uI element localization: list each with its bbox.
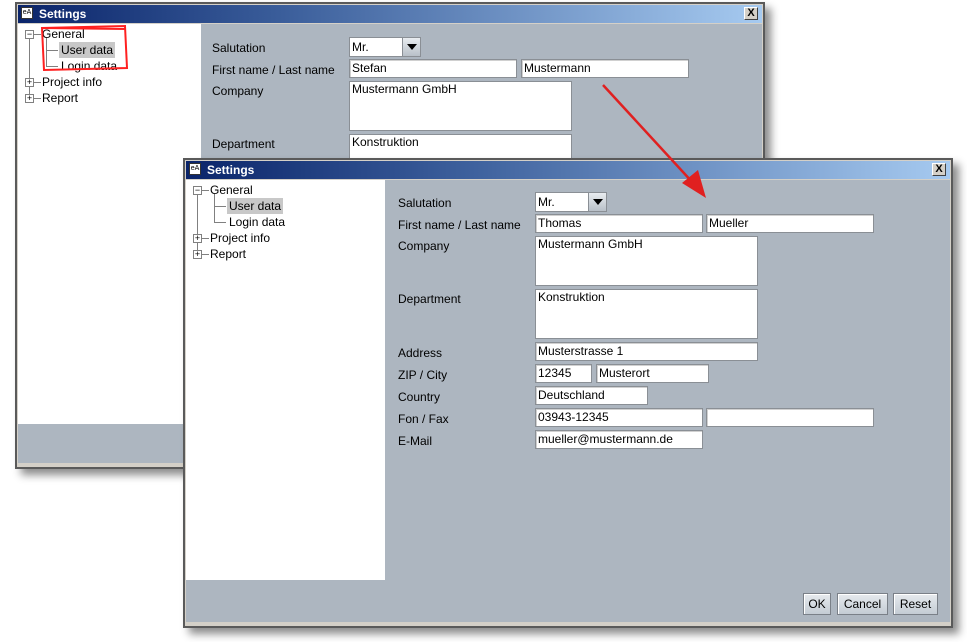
- settings-window-front: eA Settings X − General User data Login …: [183, 158, 953, 628]
- expand-icon[interactable]: +: [25, 94, 34, 103]
- company-field[interactable]: Mustermann GmbH: [535, 236, 758, 286]
- salutation-select[interactable]: Mr.: [349, 37, 421, 57]
- first-name-field[interactable]: Thomas: [535, 214, 703, 233]
- department-label: Department: [212, 137, 275, 151]
- chevron-down-icon[interactable]: [402, 38, 420, 56]
- fon-field[interactable]: 03943-12345: [535, 408, 703, 427]
- country-field[interactable]: Deutschland: [535, 386, 648, 405]
- salutation-label: Salutation: [212, 41, 266, 55]
- ok-button[interactable]: OK: [803, 593, 831, 615]
- close-button[interactable]: X: [932, 163, 946, 176]
- fax-field[interactable]: [706, 408, 874, 427]
- collapse-icon[interactable]: −: [193, 186, 202, 195]
- tree-label: Project info: [42, 75, 103, 89]
- first-name-field[interactable]: Stefan: [349, 59, 517, 78]
- reset-button[interactable]: Reset: [893, 593, 938, 615]
- tree-label: Project info: [210, 231, 271, 245]
- tree-label: User data: [227, 198, 284, 214]
- name-label: First name / Last name: [212, 63, 335, 77]
- app-icon: eA: [189, 163, 201, 175]
- window-body: − General User data Login data + Project…: [186, 180, 950, 622]
- fon-fax-label: Fon / Fax: [398, 412, 449, 426]
- city-field[interactable]: Musterort: [596, 364, 709, 383]
- country-label: Country: [398, 390, 441, 404]
- last-name-field[interactable]: Mustermann: [521, 59, 689, 78]
- highlight-annotation: [40, 24, 129, 72]
- address-field[interactable]: Musterstrasse 1: [535, 342, 758, 361]
- email-field[interactable]: mueller@mustermann.de: [535, 430, 703, 449]
- salutation-select[interactable]: Mr.: [535, 192, 607, 212]
- settings-tree: − General User data Login data + Project…: [18, 24, 201, 424]
- expand-icon[interactable]: +: [193, 250, 202, 259]
- name-label: First name / Last name: [398, 218, 521, 232]
- department-label: Department: [398, 292, 461, 306]
- title-bar[interactable]: eA Settings X: [186, 161, 950, 179]
- zip-city-label: ZIP / City: [398, 368, 448, 382]
- settings-tree: − General User data Login data + Project…: [186, 180, 385, 580]
- expand-icon[interactable]: +: [25, 78, 34, 87]
- department-field[interactable]: Konstruktion: [535, 289, 758, 339]
- app-icon: eA: [21, 7, 33, 19]
- email-label: E-Mail: [398, 434, 433, 448]
- cancel-button[interactable]: Cancel: [837, 593, 888, 615]
- tree-label: Report: [210, 247, 247, 261]
- address-label: Address: [398, 346, 443, 360]
- chevron-down-icon[interactable]: [588, 193, 606, 211]
- company-label: Company: [212, 84, 264, 98]
- last-name-field[interactable]: Mueller: [706, 214, 874, 233]
- close-button[interactable]: X: [744, 7, 758, 20]
- tree-label: General: [210, 183, 253, 197]
- zip-field[interactable]: 12345: [535, 364, 592, 383]
- highlight-box: [40, 24, 129, 72]
- company-field[interactable]: Mustermann GmbH: [349, 81, 572, 131]
- expand-icon[interactable]: +: [193, 234, 202, 243]
- company-label: Company: [398, 239, 450, 253]
- salutation-label: Salutation: [398, 196, 452, 210]
- tree-label: Report: [42, 91, 79, 105]
- window-title: Settings: [207, 163, 255, 177]
- tree-label: Login data: [229, 215, 286, 229]
